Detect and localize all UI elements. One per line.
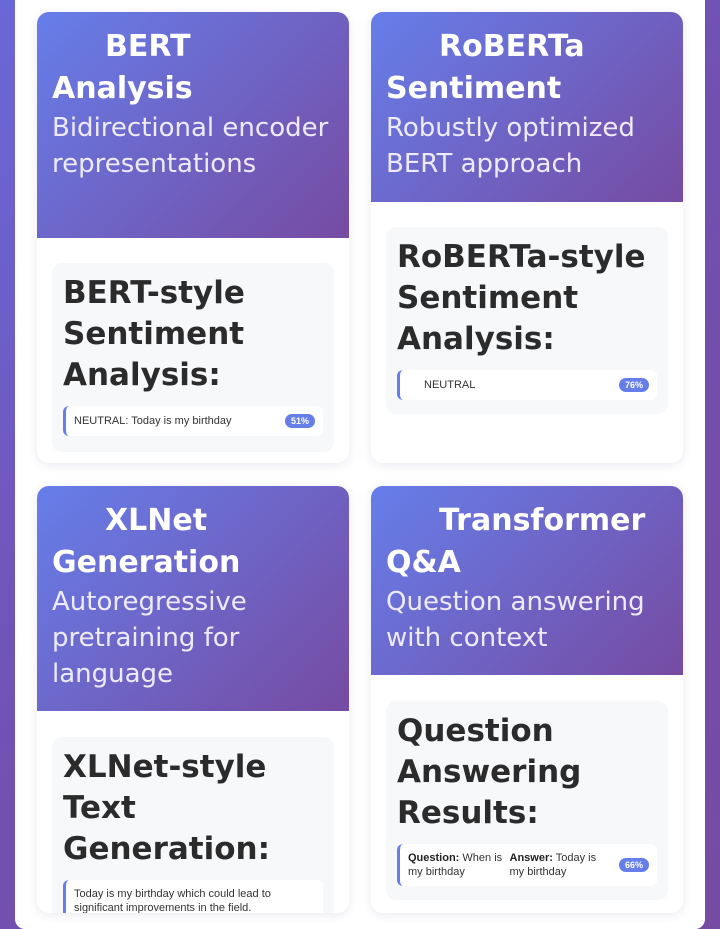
xlnet-result-title: XLNet-style Text Generation: — [63, 749, 270, 867]
qa-result-title: Question Answering Results: — [397, 713, 582, 831]
qa-confidence-badge: 66% — [619, 858, 650, 872]
xlnet-result-box: XLNet-style Text Generation: Today is my… — [52, 737, 334, 913]
roberta-result-item: NEUTRAL 76% — [397, 370, 657, 400]
bert-card-subtitle: Bidirectional encoder representations — [52, 113, 329, 179]
qa-question: Question: When is my birthday — [408, 851, 510, 879]
bert-result-title: BERT-style Sentiment Analysis: — [63, 275, 245, 393]
bert-confidence-badge: 51% — [284, 414, 315, 428]
roberta-confidence-badge: 76% — [618, 378, 649, 392]
xlnet-result-item: Today is my birthday which could lead to… — [63, 880, 323, 913]
roberta-card-subtitle: Robustly optimized BERT approach — [386, 113, 635, 179]
xlnet-card: XLNet Generation Autoregressive pretrain… — [37, 486, 349, 913]
xlnet-result-text: Today is my birthday which could lead to… — [74, 888, 271, 913]
qa-card-subtitle: Question answering with context — [386, 587, 645, 653]
qa-card-header: Transformer Q&A Question answering with … — [371, 486, 683, 675]
roberta-result-text: NEUTRAL — [424, 379, 476, 391]
bert-card: BERT Analysis Bidirectional encoder repr… — [37, 12, 349, 463]
qa-card-title: Transformer Q&A — [386, 503, 656, 580]
xlnet-card-subtitle: Autoregressive pretraining for language — [52, 587, 247, 689]
roberta-card-header: RoBERTa Sentiment Robustly optimized BER… — [371, 12, 683, 202]
roberta-result-box: RoBERTa-style Sentiment Analysis: NEUTRA… — [386, 227, 668, 414]
bert-card-title: BERT Analysis — [52, 29, 202, 106]
bert-card-header: BERT Analysis Bidirectional encoder repr… — [37, 12, 349, 238]
bert-result-item: NEUTRAL: Today is my birthday 51% — [63, 406, 323, 436]
xlnet-card-title: XLNet Generation — [52, 503, 241, 580]
qa-result-box: Question Answering Results: Question: Wh… — [386, 701, 668, 900]
bert-result-box: BERT-style Sentiment Analysis: NEUTRAL: … — [52, 263, 334, 452]
qa-question-label: Question: — [408, 852, 460, 864]
xlnet-card-header: XLNet Generation Autoregressive pretrain… — [37, 486, 349, 711]
qa-answer-label: Answer: — [509, 852, 553, 864]
bert-result-text: NEUTRAL: Today is my birthday — [74, 415, 232, 427]
qa-card: Transformer Q&A Question answering with … — [371, 486, 683, 913]
qa-answer: Answer: Today is my birthday — [510, 851, 612, 879]
roberta-result-title: RoBERTa-style Sentiment Analysis: — [397, 239, 646, 357]
roberta-card-title: RoBERTa Sentiment — [386, 29, 596, 106]
qa-result-item: Question: When is my birthday Answer: To… — [397, 844, 657, 886]
roberta-card: RoBERTa Sentiment Robustly optimized BER… — [371, 12, 683, 463]
